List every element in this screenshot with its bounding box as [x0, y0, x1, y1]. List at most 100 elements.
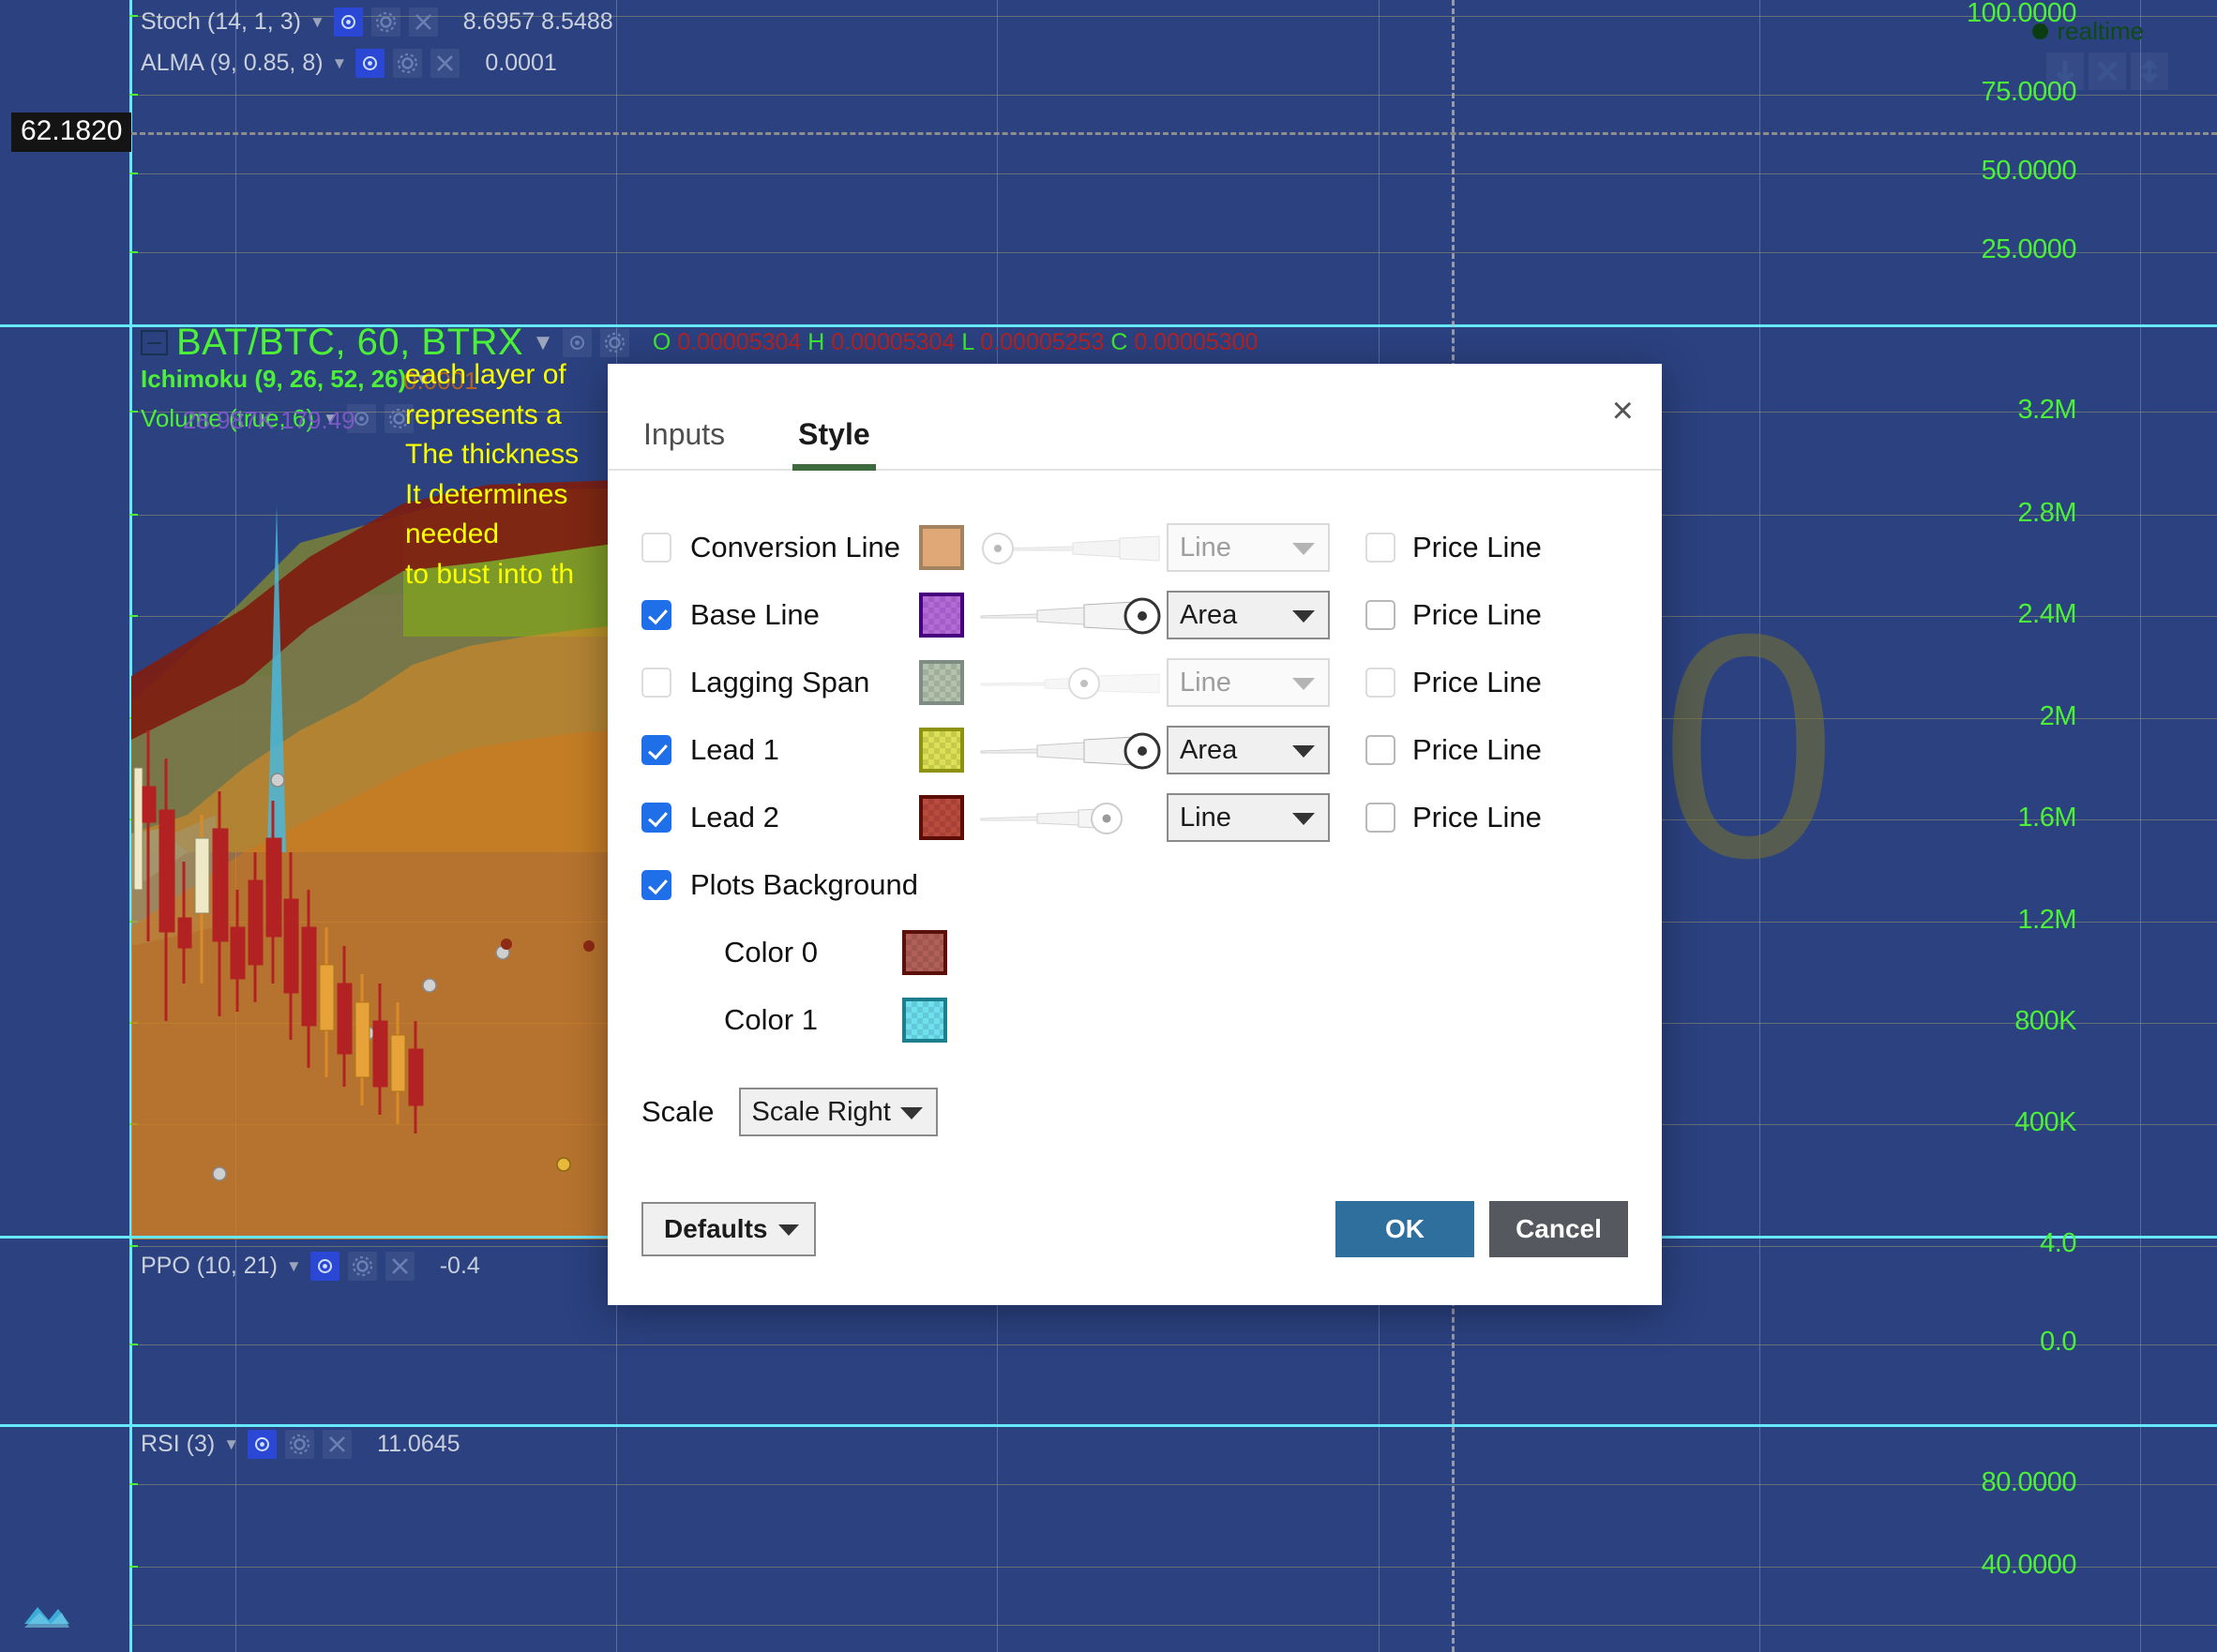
- lead-2-plot-type-value: Line: [1180, 802, 1231, 833]
- lead-1-label: Lead 1: [690, 733, 779, 766]
- eye-icon[interactable]: [355, 49, 385, 78]
- base-line-plot-type-select[interactable]: Area: [1167, 591, 1330, 639]
- axis-label: 0.0: [2040, 1327, 2076, 1357]
- chevron-down-icon[interactable]: ▼: [532, 330, 554, 356]
- tab-inputs[interactable]: Inputs: [638, 417, 731, 469]
- pane-separator[interactable]: [0, 1424, 2217, 1427]
- legend-stoch-label: Stoch (14, 1, 3): [141, 8, 301, 35]
- ohlc-key: O: [652, 329, 671, 355]
- style-row-lead-1: Lead 1 Area Price Line: [641, 716, 1628, 784]
- ohlc-value: 0.00005304: [831, 329, 956, 355]
- style-row-color-0: Color 0: [641, 919, 1628, 986]
- base-line-price-line-checkbox[interactable]: [1365, 600, 1395, 630]
- legend-ichimoku-label: Ichimoku (9, 26, 52, 26): [141, 365, 407, 393]
- lagging-span-color-swatch[interactable]: [919, 660, 964, 705]
- scale-select[interactable]: Scale Right: [738, 1088, 938, 1136]
- conversion-line-plot-type-value: Line: [1180, 532, 1231, 563]
- lead-2-width-slider[interactable]: [979, 795, 1163, 840]
- conversion-line-plot-type-select[interactable]: Line: [1167, 523, 1330, 572]
- gear-icon[interactable]: [370, 8, 400, 37]
- ohlc-key: H: [807, 329, 825, 355]
- lead-1-color-swatch[interactable]: [919, 728, 964, 773]
- status-dot-icon: [2031, 23, 2048, 39]
- lead-2-price-line-checkbox[interactable]: [1365, 803, 1395, 833]
- conversion-line-checkbox[interactable]: [641, 533, 671, 563]
- plots-background-checkbox[interactable]: [641, 870, 671, 900]
- eye-icon[interactable]: [333, 8, 363, 37]
- defaults-button[interactable]: Defaults: [641, 1202, 817, 1256]
- scale-row: Scale Scale Right: [641, 1088, 1628, 1136]
- indicator-style-dialog: Inputs Style × Conversion Line Line Pric…: [608, 364, 1662, 1305]
- legend-stoch[interactable]: Stoch (14, 1, 3) ▼ 8.6957 8.5488: [141, 8, 613, 37]
- collapse-icon[interactable]: [141, 330, 168, 355]
- lead-2-plot-type-select[interactable]: Line: [1167, 793, 1330, 842]
- lead-2-color-swatch[interactable]: [919, 795, 964, 840]
- conversion-line-color-swatch[interactable]: [919, 525, 964, 570]
- base-line-label: Base Line: [690, 598, 820, 631]
- close-icon[interactable]: ×: [1612, 392, 1634, 429]
- style-row-base-line: Base Line Area Price Line: [641, 581, 1628, 649]
- style-row-color-1: Color 1: [641, 986, 1628, 1054]
- legend-symbol[interactable]: BAT/BTC, 60, BTRX ▼ O 0.00005304 H 0.000…: [141, 327, 1258, 364]
- dialog-body: Conversion Line Line Price Line Base Lin…: [608, 471, 1662, 1181]
- lead-2-checkbox[interactable]: [641, 803, 671, 833]
- chevron-down-icon: [1292, 745, 1315, 758]
- color-1-swatch[interactable]: [902, 998, 947, 1043]
- gear-icon[interactable]: [393, 49, 423, 78]
- chevron-down-icon: [899, 1107, 923, 1119]
- color-0-label: Color 0: [724, 936, 818, 969]
- arrow-down-icon[interactable]: [2046, 53, 2084, 90]
- x-icon[interactable]: [385, 1252, 415, 1281]
- eye-icon[interactable]: [309, 1252, 339, 1281]
- base-line-color-swatch[interactable]: [919, 593, 964, 638]
- color-0-swatch[interactable]: [902, 930, 947, 975]
- base-line-price-line-label: Price Line: [1412, 598, 1542, 631]
- chevron-down-icon[interactable]: ▼: [332, 54, 348, 73]
- lead-1-width-slider[interactable]: [979, 728, 1163, 773]
- chart-annotation: each layer of represents a The thickness…: [405, 359, 580, 590]
- chevron-down-icon[interactable]: ▼: [309, 13, 325, 32]
- legend-ichimoku[interactable]: Ichimoku (9, 26, 52, 26) ▼: [141, 365, 430, 394]
- base-line-checkbox[interactable]: [641, 600, 671, 630]
- lagging-span-width-slider[interactable]: [979, 660, 1163, 705]
- scale-label: Scale: [641, 1095, 715, 1128]
- ok-button[interactable]: OK: [1335, 1201, 1474, 1257]
- gear-icon[interactable]: [599, 328, 629, 357]
- cancel-button[interactable]: Cancel: [1489, 1201, 1628, 1257]
- eye-icon[interactable]: [562, 328, 592, 357]
- conversion-line-label: Conversion Line: [690, 531, 901, 563]
- lagging-span-checkbox[interactable]: [641, 668, 671, 698]
- legend-rsi-value: 11.0645: [377, 1431, 460, 1457]
- ohlc-key: C: [1110, 329, 1128, 355]
- legend-alma[interactable]: ALMA (9, 0.85, 8) ▼ 0.0001: [141, 49, 557, 78]
- lead-1-plot-type-select[interactable]: Area: [1167, 726, 1330, 774]
- eye-icon[interactable]: [248, 1430, 278, 1459]
- lead-2-label: Lead 2: [690, 801, 779, 834]
- chevron-down-icon: [1292, 813, 1315, 825]
- scale-select-value: Scale Right: [751, 1096, 891, 1127]
- color-1-label: Color 1: [724, 1003, 818, 1036]
- axis-label: 40.0000: [1981, 1550, 2077, 1580]
- x-icon[interactable]: [408, 8, 438, 37]
- gear-icon[interactable]: [285, 1430, 315, 1459]
- gear-icon[interactable]: [347, 1252, 377, 1281]
- conversion-line-width-slider[interactable]: [979, 525, 1163, 570]
- watermark: 0: [1660, 568, 1838, 924]
- conversion-line-price-line-checkbox[interactable]: [1365, 533, 1395, 563]
- x-icon[interactable]: [2089, 53, 2126, 90]
- chevron-down-icon[interactable]: ▼: [223, 1435, 239, 1454]
- style-row-conversion-line: Conversion Line Line Price Line: [641, 514, 1628, 581]
- tab-style[interactable]: Style: [792, 417, 877, 471]
- lead-1-price-line-checkbox[interactable]: [1365, 735, 1395, 765]
- lagging-span-price-line-label: Price Line: [1412, 666, 1542, 698]
- lead-1-checkbox[interactable]: [641, 735, 671, 765]
- base-line-width-slider[interactable]: [979, 593, 1163, 638]
- x-icon[interactable]: [323, 1430, 353, 1459]
- lagging-span-plot-type-select[interactable]: Line: [1167, 658, 1330, 707]
- lagging-span-price-line-checkbox[interactable]: [1365, 668, 1395, 698]
- x-icon[interactable]: [430, 49, 460, 78]
- chevron-down-icon[interactable]: ▼: [286, 1257, 302, 1276]
- legend-rsi[interactable]: RSI (3) ▼ 11.0645: [141, 1430, 460, 1459]
- arrows-vertical-icon[interactable]: [2131, 53, 2168, 90]
- legend-ppo[interactable]: PPO (10, 21) ▼ -0.4: [141, 1252, 480, 1281]
